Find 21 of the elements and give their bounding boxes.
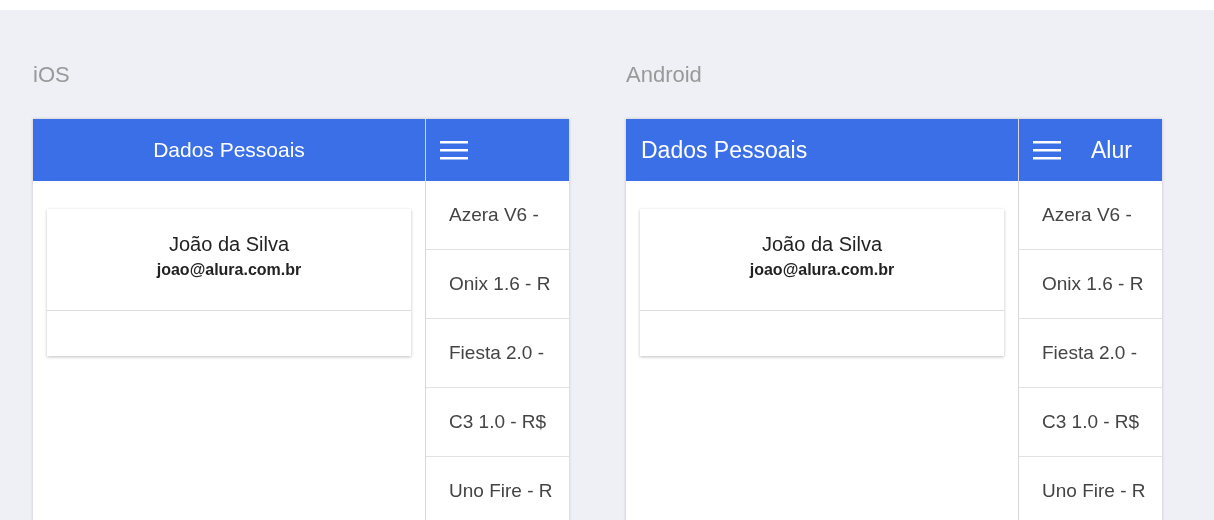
user-name: João da Silva [168, 232, 290, 256]
car-list-item[interactable]: Onix 1.6 - R [426, 250, 569, 319]
user-name: João da Silva [761, 232, 883, 256]
user-email: joao@alura.com.br [749, 260, 895, 279]
car-list-item[interactable]: Azera V6 - [1019, 181, 1162, 250]
car-list-item[interactable]: C3 1.0 - R$ [1019, 388, 1162, 457]
platform-label: Android [626, 61, 703, 89]
menu-icon[interactable] [440, 139, 468, 161]
car-list-item[interactable]: Uno Fire - R [426, 457, 569, 520]
drawer-title: Alur [1091, 136, 1132, 164]
header-title: Dados Pessoais [626, 119, 1018, 181]
platform-label: iOS [33, 61, 71, 89]
header-title: Dados Pessoais [33, 119, 425, 181]
car-list-item[interactable]: Fiesta 2.0 - [426, 319, 569, 388]
car-list-item[interactable]: Uno Fire - R [1019, 457, 1162, 520]
car-list-item[interactable]: Fiesta 2.0 - [1019, 319, 1162, 388]
car-list-item[interactable]: Onix 1.6 - R [1019, 250, 1162, 319]
menu-icon[interactable] [1033, 139, 1061, 161]
car-list-item[interactable]: C3 1.0 - R$ [426, 388, 569, 457]
car-list-item[interactable]: Azera V6 - [426, 181, 569, 250]
user-email: joao@alura.com.br [156, 260, 302, 279]
